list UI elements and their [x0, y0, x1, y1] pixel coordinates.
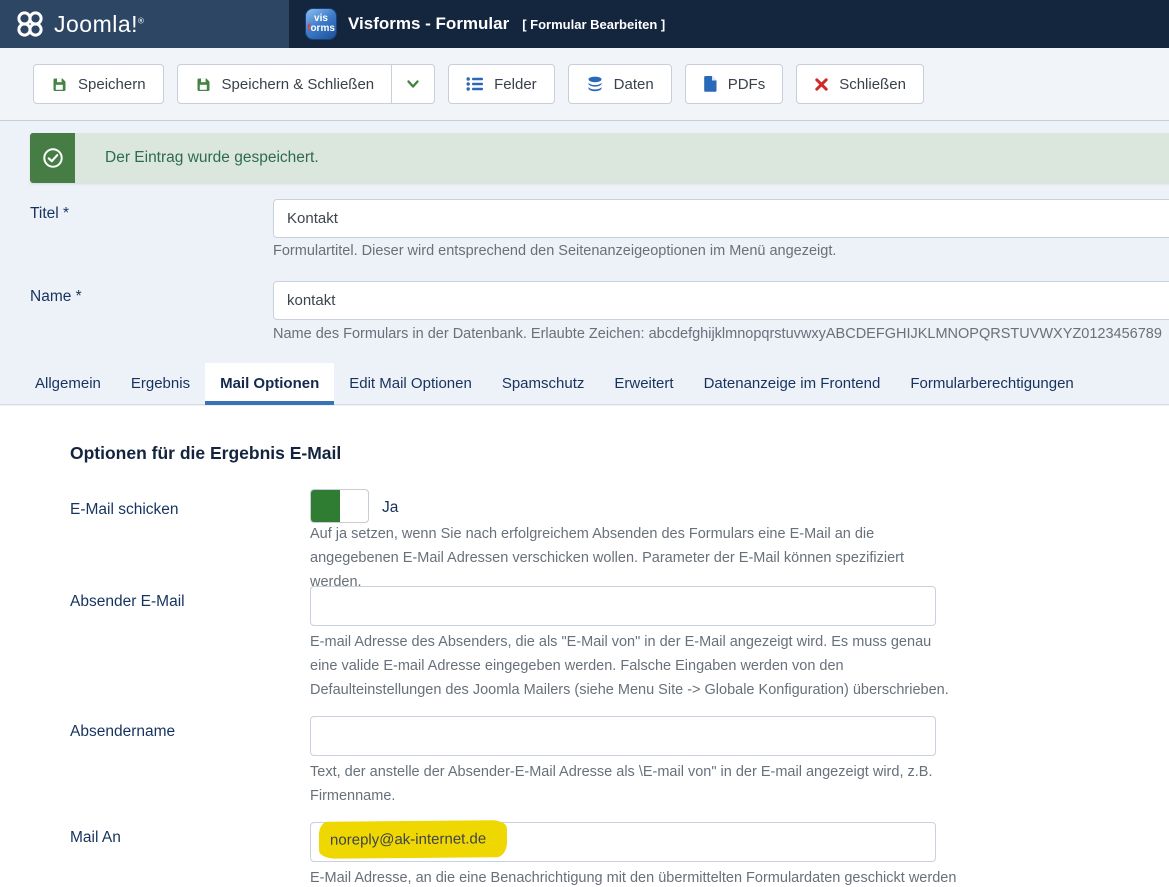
page-subtitle: [ Formular Bearbeiten ] [522, 17, 665, 32]
email-send-help-text: Auf ja setzen, wenn Sie nach erfolgreich… [310, 522, 955, 594]
alert-message: Der Eintrag wurde gespeichert. [75, 133, 1169, 183]
tab-erweitert[interactable]: Erweitert [599, 363, 688, 404]
titel-help-text: Formulartitel. Dieser wird entsprechend … [273, 243, 836, 259]
sender-email-input[interactable] [310, 586, 936, 626]
sender-name-label: Absendername [70, 723, 175, 741]
close-button[interactable]: Schließen [796, 64, 924, 104]
sender-name-input[interactable] [310, 716, 936, 756]
page-title-area: vis forms Visforms - Formular [ Formular… [305, 0, 665, 48]
page-title: Visforms - Formular [348, 14, 509, 34]
tab-allgemein[interactable]: Allgemein [20, 363, 116, 404]
tab-spamschutz[interactable]: Spamschutz [487, 363, 600, 404]
sender-email-help-text: E-mail Adresse des Absenders, die als "E… [310, 630, 955, 702]
email-send-toggle[interactable] [310, 489, 369, 523]
fields-label: Felder [494, 76, 537, 93]
pdfs-button[interactable]: PDFs [685, 64, 784, 104]
close-label: Schließen [839, 76, 906, 93]
data-button[interactable]: Daten [568, 64, 672, 104]
list-icon [466, 76, 484, 92]
success-alert: Der Eintrag wurde gespeichert. [30, 133, 1169, 183]
save-icon [195, 76, 212, 93]
email-send-label: E-Mail schicken [70, 501, 179, 519]
sender-email-label: Absender E-Mail [70, 593, 185, 611]
name-help-text: Name des Formulars in der Datenbank. Erl… [273, 326, 1162, 342]
mail-options-panel: Optionen für die Ergebnis E-Mail E-Mail … [0, 406, 1169, 887]
tab-mail-optionen[interactable]: Mail Optionen [205, 363, 334, 404]
highlight-marker: noreply@ak-internet.de [319, 820, 507, 859]
section-heading: Optionen für die Ergebnis E-Mail [70, 443, 341, 464]
pdfs-label: PDFs [728, 76, 766, 93]
chevron-down-icon [406, 77, 420, 91]
joomla-logo-area[interactable]: Joomla!® [0, 0, 289, 48]
tab-formularberechtigungen[interactable]: Formularberechtigungen [895, 363, 1088, 404]
save-icon [51, 76, 68, 93]
check-circle-icon [30, 133, 75, 183]
sender-name-help-text: Text, der anstelle der Absender-E-Mail A… [310, 760, 955, 808]
save-dropdown-toggle[interactable] [391, 65, 434, 103]
toggle-state-text: Ja [382, 499, 398, 517]
name-input[interactable] [273, 281, 1169, 320]
titel-label: Titel * [30, 205, 69, 223]
joomla-logo-text: Joomla!® [54, 11, 144, 38]
form-tabs: Allgemein Ergebnis Mail Optionen Edit Ma… [0, 363, 1169, 405]
save-close-group: Speichern & Schließen [177, 64, 436, 104]
file-icon [703, 75, 718, 93]
tab-edit-mail-optionen[interactable]: Edit Mail Optionen [334, 363, 487, 404]
name-label: Name * [30, 288, 82, 306]
toolbar: Speichern Speichern & Schließen [0, 48, 1169, 121]
visforms-icon: vis forms [305, 8, 337, 40]
mail-to-help-text: E-Mail Adresse, an die eine Benachrichti… [310, 866, 1010, 887]
mail-to-input[interactable]: noreply@ak-internet.de [310, 822, 936, 862]
save-button[interactable]: Speichern [33, 64, 164, 104]
mail-to-label: Mail An [70, 829, 121, 847]
toggle-on-half [311, 490, 340, 522]
joomla-logo-icon [15, 9, 45, 39]
save-label: Speichern [78, 76, 146, 93]
close-x-icon [814, 77, 829, 92]
titel-input[interactable] [273, 199, 1169, 238]
data-label: Daten [614, 76, 654, 93]
save-close-label: Speichern & Schließen [222, 76, 375, 93]
registered-mark: ® [138, 16, 144, 25]
database-icon [586, 76, 604, 93]
fields-button[interactable]: Felder [448, 64, 555, 104]
save-close-button[interactable]: Speichern & Schließen [178, 65, 392, 103]
tab-datenanzeige-im-frontend[interactable]: Datenanzeige im Frontend [689, 363, 896, 404]
tab-ergebnis[interactable]: Ergebnis [116, 363, 205, 404]
admin-header: Joomla!® vis forms Visforms - Formular [… [0, 0, 1169, 48]
